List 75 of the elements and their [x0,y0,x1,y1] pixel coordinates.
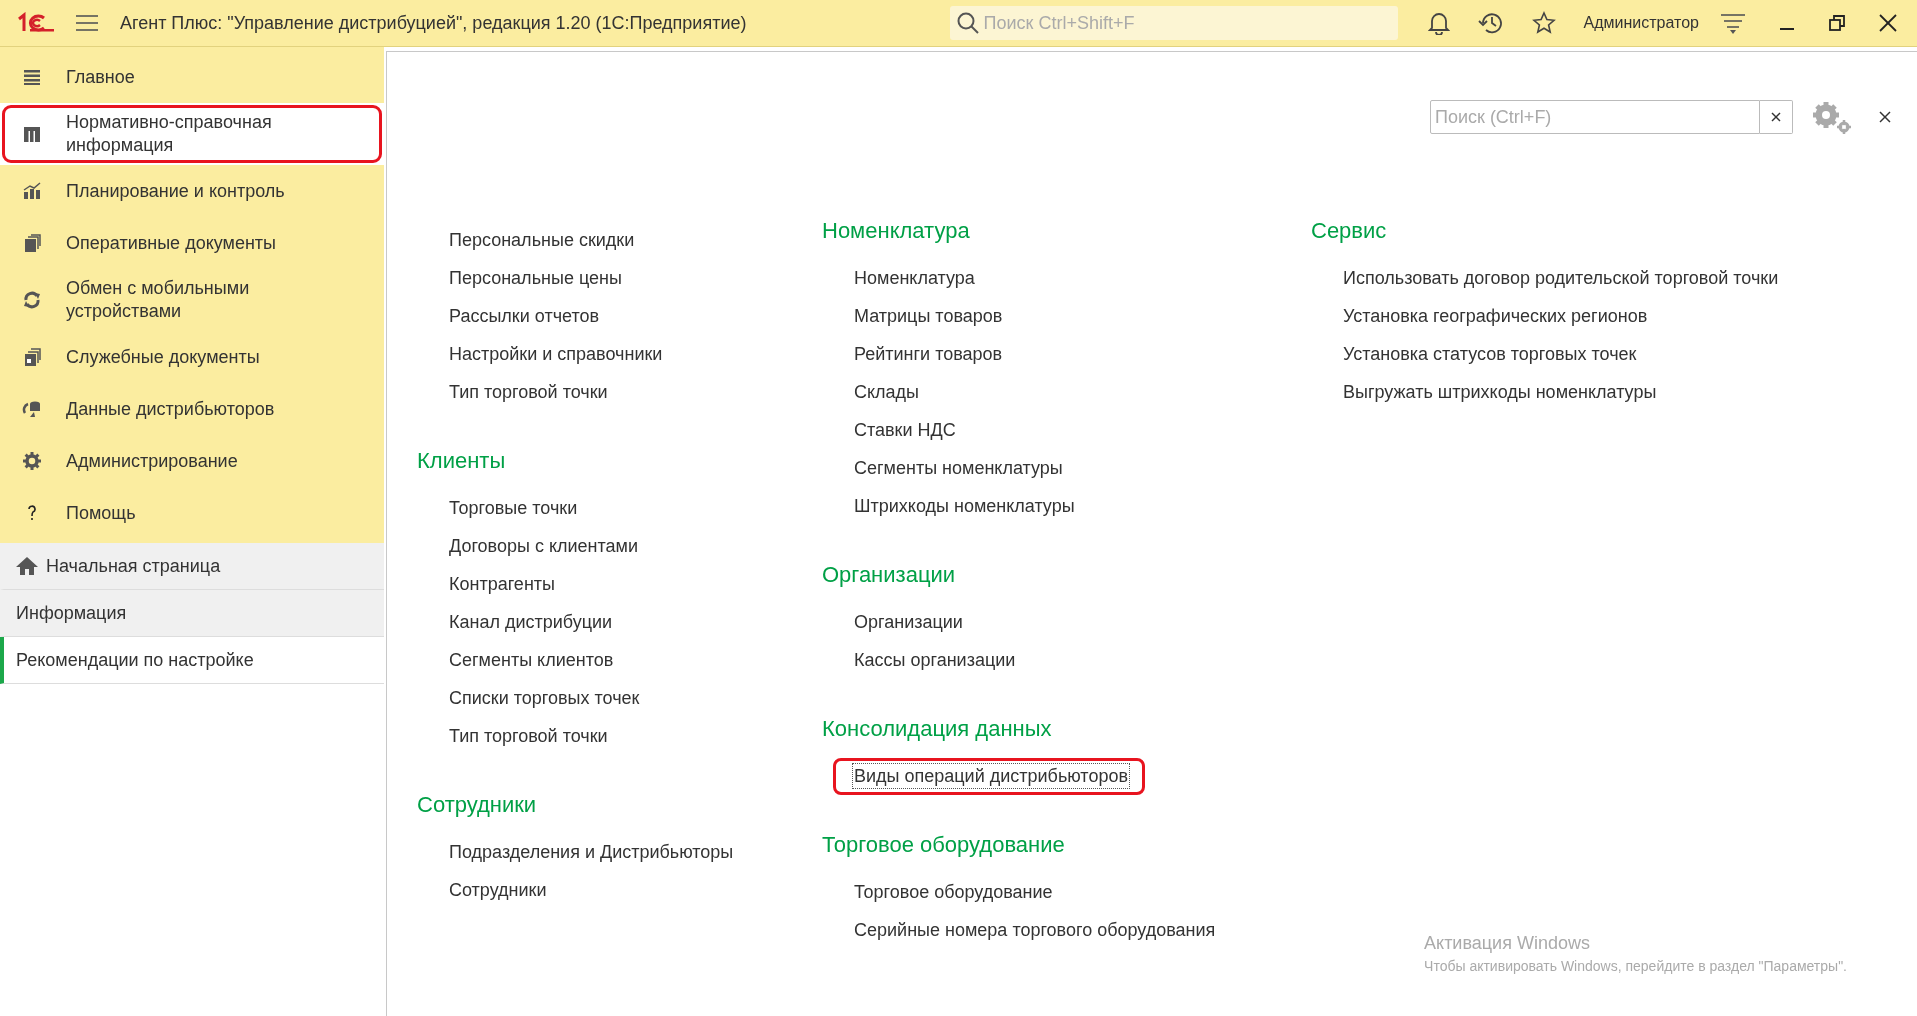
menu-link[interactable]: Персональные скидки [448,227,636,253]
clear-button[interactable] [1760,100,1793,134]
section-item[interactable]: Планирование и контроль [0,165,384,217]
menu-link[interactable]: Настройки и справочники [448,341,664,367]
menu-link[interactable]: Виды операций дистрибьюторов [852,762,1130,789]
menu-link[interactable]: Рейтинги товаров [853,341,1004,367]
menu-link[interactable]: Подразделения и Дистрибьюторы [448,839,735,865]
search-field[interactable]: Поиск (Ctrl+F) [1430,100,1760,134]
search-icon [955,11,980,35]
section-item[interactable]: Данные дистрибьюторов [0,383,384,435]
section-item[interactable]: Помощь [0,487,384,539]
close-icon [1771,112,1781,122]
bell-icon[interactable] [1427,11,1450,35]
database-icon [22,399,42,419]
menu-link[interactable]: Персональные цены [448,265,623,291]
search-field[interactable]: Поиск Ctrl+Shift+F [949,6,1398,40]
menu-link[interactable]: Склады [853,379,921,405]
chart-icon [22,181,42,201]
menu-link[interactable]: Номенклатура [853,265,976,291]
menu-link[interactable]: Матрицы товаров [853,303,1004,329]
documents-icon [22,233,42,253]
documents-icon [22,347,42,367]
section-item[interactable]: Главное [0,51,384,103]
group-heading: Номенклатура [822,217,971,245]
page-tab[interactable]: Рекомендации по настройке [0,637,384,684]
menu-link[interactable]: Организации [853,609,964,635]
group-heading: Сотрудники [417,791,538,819]
menu-link[interactable]: Выгружать штрихкоды номенклатуры [1342,379,1658,405]
menu-link[interactable]: Сегменты клиентов [448,647,615,673]
menu-link[interactable]: Списки торговых точек [448,685,641,711]
menu-link[interactable]: Установка географических регионов [1342,303,1649,329]
group-heading: Торговое оборудование [822,831,1066,859]
menu-link[interactable]: Рассылки отчетов [448,303,601,329]
page-tab[interactable]: Начальная страница [0,543,384,590]
list-icon [22,67,42,87]
menu-link[interactable]: Серийные номера торгового оборудования [853,917,1217,943]
group-heading: Клиенты [417,447,507,475]
star-icon[interactable] [1531,11,1556,35]
sync-icon [22,290,42,310]
menu-link[interactable]: Тип торговой точки [448,723,609,749]
section-item[interactable]: Оперативные документы [0,217,384,269]
section-item[interactable]: Служебные документы [0,331,384,383]
filter-icon[interactable] [1721,12,1745,34]
user-name[interactable]: Администратор [1583,14,1699,32]
section-item[interactable]: Обмен с мобильными устройствами [0,269,384,331]
table-icon [22,124,42,144]
menu-link[interactable]: Штрихкоды номенклатуры [853,493,1076,519]
section-item[interactable]: Нормативно-справочная информация [0,103,384,165]
menu-link[interactable]: Сегменты номенклатуры [853,455,1064,481]
menu-link[interactable]: Установка статусов торговых точек [1342,341,1638,367]
menu-link[interactable]: Использовать договор родительской торговой точки [1342,265,1780,291]
close-icon[interactable] [1879,111,1891,123]
group-heading: Консолидация данных [822,715,1053,743]
home-icon [16,556,38,576]
menu-link[interactable]: Тип торговой точки [448,379,609,405]
menu-link[interactable]: Сотрудники [448,877,548,903]
menu-link[interactable]: Торговые точки [448,495,579,521]
group-heading: Сервис [1311,217,1388,245]
section-item[interactable]: Администрирование [0,435,384,487]
window-title: Агент Плюс: "Управление дистрибуцией", редакция 1.20 (1С:Предприятие) [120,12,747,34]
menu-link[interactable]: Канал дистрибуции [448,609,614,635]
menu-link[interactable]: Контрагенты [448,571,556,597]
logo-icon [16,12,54,34]
activation-title: Активация Windows [1424,933,1591,954]
activation-text: Чтобы активировать Windows, перейдите в раздел "Параметры". [1424,958,1847,974]
menu-link[interactable]: Торговое оборудование [853,879,1054,905]
menu-link[interactable]: Ставки НДС [853,417,957,443]
group-heading: Организации [822,561,957,589]
menu-link[interactable]: Кассы организации [853,647,1017,673]
page-tab[interactable]: Информация [0,590,384,637]
history-icon[interactable] [1477,11,1504,35]
menu-link[interactable]: Договоры с клиентами [448,533,639,559]
restore-icon[interactable] [1829,15,1845,31]
close-icon[interactable] [1879,14,1897,32]
gear-icon [22,451,42,471]
